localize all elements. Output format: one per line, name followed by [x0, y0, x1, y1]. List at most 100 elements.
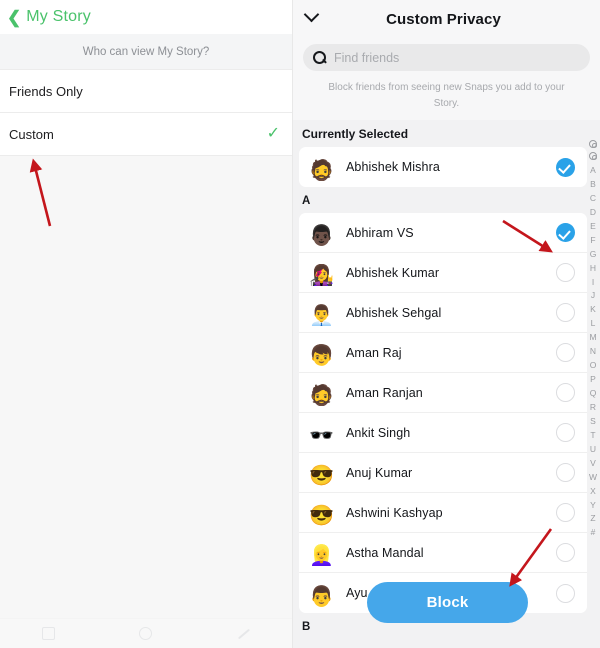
circle-icon[interactable]	[139, 627, 153, 640]
square-icon[interactable]	[42, 627, 56, 640]
selection-toggle[interactable]	[556, 263, 575, 282]
chevron-left-icon[interactable]: ❮	[7, 9, 21, 26]
selection-toggle[interactable]	[556, 303, 575, 322]
check-icon: ✓	[266, 125, 280, 142]
index-letter[interactable]: M	[589, 331, 596, 345]
friend-name: Aman Ranjan	[346, 385, 423, 400]
index-letter[interactable]: H	[590, 262, 596, 276]
index-letter[interactable]: P	[590, 373, 596, 387]
selection-toggle[interactable]	[556, 423, 575, 442]
table-row[interactable]: 🕶️ Ankit Singh	[299, 413, 587, 453]
avatar: 👨‍💼	[309, 305, 334, 326]
index-letter[interactable]: D	[590, 206, 596, 220]
index-letter[interactable]: O	[590, 359, 597, 373]
search-bar[interactable]	[303, 44, 590, 71]
right-panel-custom-privacy: Custom Privacy Block friends from seeing…	[293, 0, 600, 648]
section-letter-a: A	[293, 187, 600, 213]
index-letter[interactable]: A	[590, 164, 596, 178]
selection-toggle[interactable]	[556, 343, 575, 362]
app-screenshot: ❮ My Story Who can view My Story? Friend…	[0, 0, 600, 648]
target-circle-icon[interactable]	[589, 152, 597, 160]
avatar: 😎	[309, 465, 334, 486]
selection-toggle[interactable]	[556, 583, 575, 603]
friend-name: Anuj Kumar	[346, 465, 413, 480]
avatar: 👨	[309, 585, 334, 607]
index-letter[interactable]: K	[590, 303, 596, 317]
index-letter[interactable]: U	[590, 443, 596, 457]
option-custom[interactable]: Custom ✓	[0, 113, 292, 156]
table-row[interactable]: 👨‍💼 Abhishek Sehgal	[299, 293, 587, 333]
friend-name: Ashwini Kashyap	[346, 505, 443, 520]
avatar: 👩‍🎤	[309, 265, 334, 286]
friends-list-a: 👨🏿 Abhiram VS 👩‍🎤 Abhishek Kumar 👨‍💼 Abh…	[299, 213, 587, 613]
friend-name: Abhishek Mishra	[346, 160, 440, 174]
index-letter[interactable]: #	[591, 526, 596, 540]
index-letter[interactable]: Y	[590, 499, 596, 513]
selection-toggle[interactable]	[556, 543, 575, 562]
who-can-view-section-header: Who can view My Story?	[0, 34, 292, 70]
index-letter[interactable]: G	[590, 248, 597, 262]
avatar: 🕶️	[309, 425, 334, 446]
index-letter[interactable]: B	[590, 178, 596, 192]
table-row[interactable]: 👩‍🎤 Abhishek Kumar	[299, 253, 587, 293]
selection-toggle-checked[interactable]	[556, 223, 575, 242]
index-letter[interactable]: F	[590, 234, 595, 248]
search-icon	[313, 51, 326, 64]
friend-name: Abhishek Kumar	[346, 265, 440, 280]
friend-name: Aman Raj	[346, 345, 402, 360]
left-header: ❮ My Story	[0, 0, 292, 34]
option-friends-only-label: Friends Only	[9, 83, 83, 99]
option-custom-label: Custom	[9, 126, 54, 142]
friend-name: Abhiram VS	[346, 225, 414, 240]
table-row[interactable]: 😎 Anuj Kumar	[299, 453, 587, 493]
table-row[interactable]: 👨🏿 Abhiram VS	[299, 213, 587, 253]
index-letter[interactable]: J	[591, 289, 595, 303]
table-row[interactable]: 🧔 Aman Ranjan	[299, 373, 587, 413]
selection-toggle[interactable]	[556, 503, 575, 522]
index-letter[interactable]: W	[589, 471, 597, 485]
friend-name: Astha Mandal	[346, 545, 424, 560]
right-header: Custom Privacy	[293, 0, 600, 38]
android-navigation-bar	[0, 618, 292, 648]
selection-toggle[interactable]	[556, 383, 575, 402]
index-letter[interactable]: R	[590, 401, 596, 415]
list-item[interactable]: 🧔 Abhishek Mishra	[299, 147, 587, 187]
page-title: My Story	[26, 8, 91, 25]
index-letter[interactable]: Q	[590, 387, 597, 401]
index-letter[interactable]: T	[590, 429, 595, 443]
left-panel-my-story-privacy: ❮ My Story Who can view My Story? Friend…	[0, 0, 293, 648]
avatar: 🧔	[309, 385, 334, 406]
search-bar-container	[293, 38, 600, 75]
back-slash-icon[interactable]	[237, 628, 250, 639]
avatar: 🧔	[309, 159, 334, 181]
search-input[interactable]	[334, 50, 580, 65]
currently-selected-header: Currently Selected	[293, 120, 600, 147]
table-row[interactable]: 👱‍♀️ Astha Mandal	[299, 533, 587, 573]
index-letter[interactable]: S	[590, 415, 596, 429]
index-letter[interactable]: C	[590, 192, 596, 206]
block-button[interactable]: Block	[367, 582, 528, 623]
block-friends-description: Block friends from seeing new Snaps you …	[293, 75, 600, 120]
index-letter[interactable]: V	[590, 457, 596, 471]
avatar: 😎	[309, 505, 334, 526]
table-row[interactable]: 👦 Aman Raj	[299, 333, 587, 373]
chevron-down-icon[interactable]	[305, 8, 319, 22]
selection-toggle-checked[interactable]	[556, 157, 575, 177]
index-letter[interactable]: L	[591, 317, 596, 331]
index-letter[interactable]: N	[590, 345, 596, 359]
avatar: 👨🏿	[309, 225, 334, 246]
index-letter[interactable]: Z	[590, 512, 595, 526]
index-letter[interactable]: I	[592, 276, 594, 290]
table-row[interactable]: 😎 Ashwini Kashyap	[299, 493, 587, 533]
selection-toggle[interactable]	[556, 463, 575, 482]
index-letter[interactable]: E	[590, 220, 596, 234]
index-letter[interactable]: X	[590, 485, 596, 499]
currently-selected-card: 🧔 Abhishek Mishra	[299, 147, 587, 187]
friend-name: Abhishek Sehgal	[346, 305, 442, 320]
friend-name: Ankit Singh	[346, 425, 411, 440]
custom-privacy-title: Custom Privacy	[386, 10, 501, 28]
at-circle-icon[interactable]	[589, 140, 597, 148]
option-friends-only[interactable]: Friends Only	[0, 70, 292, 113]
avatar: 👦	[309, 345, 334, 366]
alphabet-index-strip[interactable]: A B C D E F G H I J K L M N O P Q R S T …	[586, 140, 600, 540]
